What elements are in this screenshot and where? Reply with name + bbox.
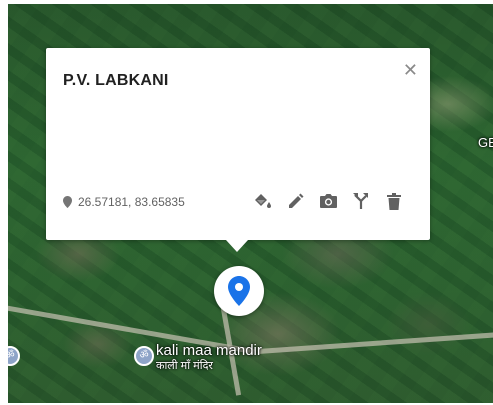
directions-icon[interactable] [351,191,371,211]
close-icon[interactable]: ✕ [403,60,418,81]
paint-bucket-icon[interactable] [252,191,272,211]
selected-place-marker[interactable] [214,266,264,316]
coordinates-row: 26.57181, 83.65835 [63,195,185,209]
map-view[interactable]: GE ॐ ॐ kali maa mandir काली माँ मंदिर P.… [8,4,493,403]
camera-icon[interactable] [318,191,338,211]
temple-om-icon[interactable]: ॐ [134,346,154,366]
map-pin-icon [228,276,250,306]
coordinates-text: 26.57181, 83.65835 [78,195,185,209]
popup-actions [252,191,404,211]
trash-icon[interactable] [384,191,404,211]
popup-title: P.V. LABKANI [63,72,169,89]
place-info-popup: P.V. LABKANI ✕ 26.57181, 83.65835 [46,48,430,252]
location-dot-icon [63,196,72,208]
map-edge-label: GE [478,135,493,150]
place-label[interactable]: kali maa mandir काली माँ मंदिर [156,342,262,372]
place-name: kali maa mandir [156,342,262,359]
place-name-hindi: काली माँ मंदिर [156,359,213,372]
pencil-icon[interactable] [285,191,305,211]
